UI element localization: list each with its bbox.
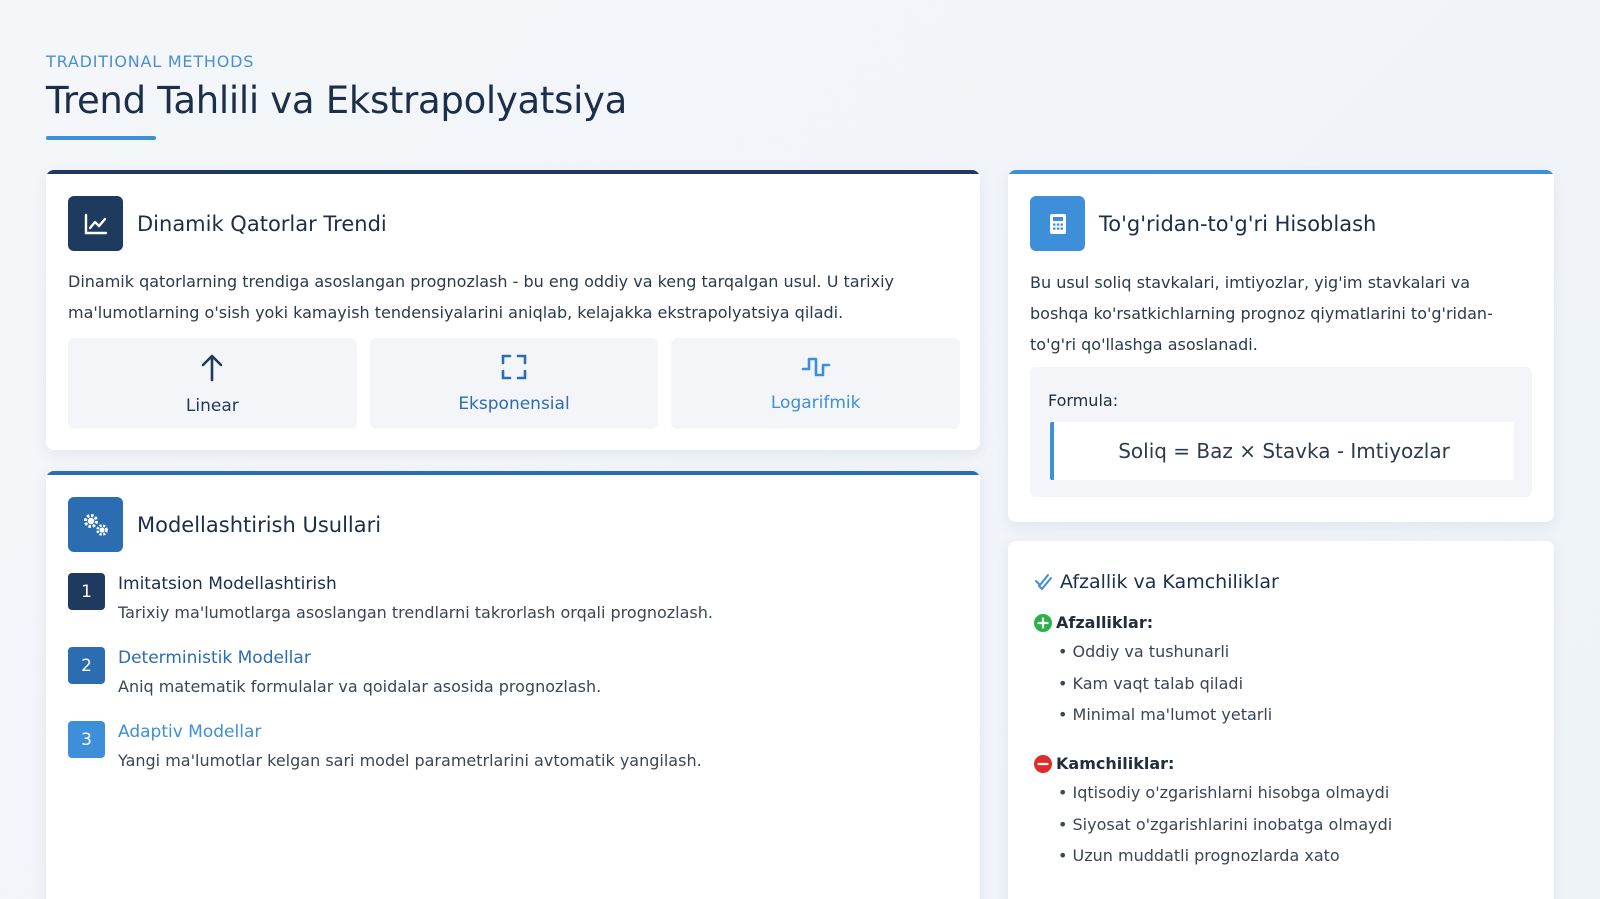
model-title: Adaptiv Modellar [118, 722, 262, 742]
card-topbar [46, 471, 980, 475]
model-description: Aniq matematik formulalar va qoidalar as… [118, 677, 602, 696]
cogs-icon [68, 497, 123, 552]
list-item: 1 Imitatsion Modellashtirish Tarixiy ma'… [68, 571, 713, 628]
card-title: Afzallik va Kamchiliklar [1060, 571, 1279, 593]
method-eksponensial[interactable]: Eksponensial [369, 338, 659, 429]
method-options: Linear Eksponensial Logarifmik [68, 338, 961, 429]
page-title: Trend Tahlili va Ekstrapolyatsiya [46, 79, 628, 122]
list-item: • Minimal ma'lumot yetarli [1058, 705, 1273, 724]
cons-title: Kamchiliklar: [1056, 754, 1175, 773]
method-label: Logarifmik [770, 392, 861, 413]
wave-square-icon [801, 357, 830, 376]
minus-circle-icon [1034, 754, 1052, 773]
chart-line-icon [68, 196, 123, 251]
step-number: 2 [68, 647, 105, 684]
card-description: Bu usul soliq stavkalari, imtiyozlar, yi… [1030, 273, 1493, 354]
method-label: Linear [185, 395, 239, 416]
model-description: Tarixiy ma'lumotlarga asoslangan trendla… [118, 603, 713, 622]
list-item: • Uzun muddatli prognozlarda xato [1058, 846, 1340, 865]
list-item: 3 Adaptiv Modellar Yangi ma'lumotlar kel… [68, 719, 713, 776]
card-topbar [46, 170, 980, 174]
model-list: 1 Imitatsion Modellashtirish Tarixiy ma'… [68, 571, 713, 793]
calculation-card: To'g'ridan-to'g'ri Hisoblash Bu usul sol… [1008, 170, 1554, 522]
pros-list: • Oddiy va tushunarli • Kam vaqt talab q… [1058, 636, 1272, 731]
step-number: 3 [68, 721, 105, 758]
card-description: Dinamik qatorlarning trendiga asoslangan… [68, 272, 894, 322]
list-item: 2 Deterministik Modellar Aniq matematik … [68, 645, 713, 702]
check-double-icon [1035, 574, 1052, 590]
list-item: • Siyosat o'zgarishlarini inobatga olmay… [1058, 814, 1393, 834]
models-card: Modellashtirish Usullari 1 Imitatsion Mo… [46, 471, 980, 899]
cons-list: • Iqtisodiy o'zgarishlarni hisobga olmay… [1058, 777, 1392, 872]
card-title: Modellashtirish Usullari [137, 512, 382, 537]
page-header: TRADITIONAL METHODS Trend Tahlili va Eks… [46, 52, 627, 140]
expand-icon [501, 354, 527, 379]
plus-circle-icon [1034, 613, 1052, 632]
trend-card: Dinamik Qatorlar Trendi Dinamik qatorlar… [46, 170, 980, 450]
model-title: Imitatsion Modellashtirish [118, 574, 337, 594]
method-linear[interactable]: Linear [68, 338, 357, 429]
calculator-icon [1030, 196, 1085, 251]
formula-label: Formula: [1048, 391, 1119, 410]
formula-box: Formula: Soliq = Baz × Stavka - Imtiyozl… [1030, 367, 1532, 497]
list-item: • Oddiy va tushunarli [1058, 642, 1230, 661]
list-item: • Kam vaqt talab qiladi [1058, 673, 1244, 693]
card-title: To'g'ridan-to'g'ri Hisoblash [1099, 211, 1377, 236]
card-topbar [1008, 170, 1554, 174]
pros-cons-card: Afzallik va Kamchiliklar Afzalliklar: • … [1008, 541, 1554, 899]
section-eyebrow: TRADITIONAL METHODS [46, 52, 255, 71]
formula: Soliq = Baz × Stavka - Imtiyozlar [1050, 422, 1514, 480]
model-description: Yangi ma'lumotlar kelgan sari model para… [118, 751, 702, 770]
title-underline [46, 136, 156, 140]
card-title: Dinamik Qatorlar Trendi [137, 211, 387, 236]
list-item: • Iqtisodiy o'zgarishlarni hisobga olmay… [1058, 783, 1390, 802]
method-logarifmik[interactable]: Logarifmik [671, 338, 961, 429]
pros-title: Afzalliklar: [1056, 613, 1154, 632]
cons-header: Kamchiliklar: [1034, 754, 1174, 773]
step-number: 1 [68, 573, 105, 610]
pros-header: Afzalliklar: [1034, 613, 1153, 632]
method-label: Eksponensial [458, 393, 570, 414]
model-title: Deterministik Modellar [118, 648, 311, 668]
arrow-up-icon [202, 354, 223, 381]
